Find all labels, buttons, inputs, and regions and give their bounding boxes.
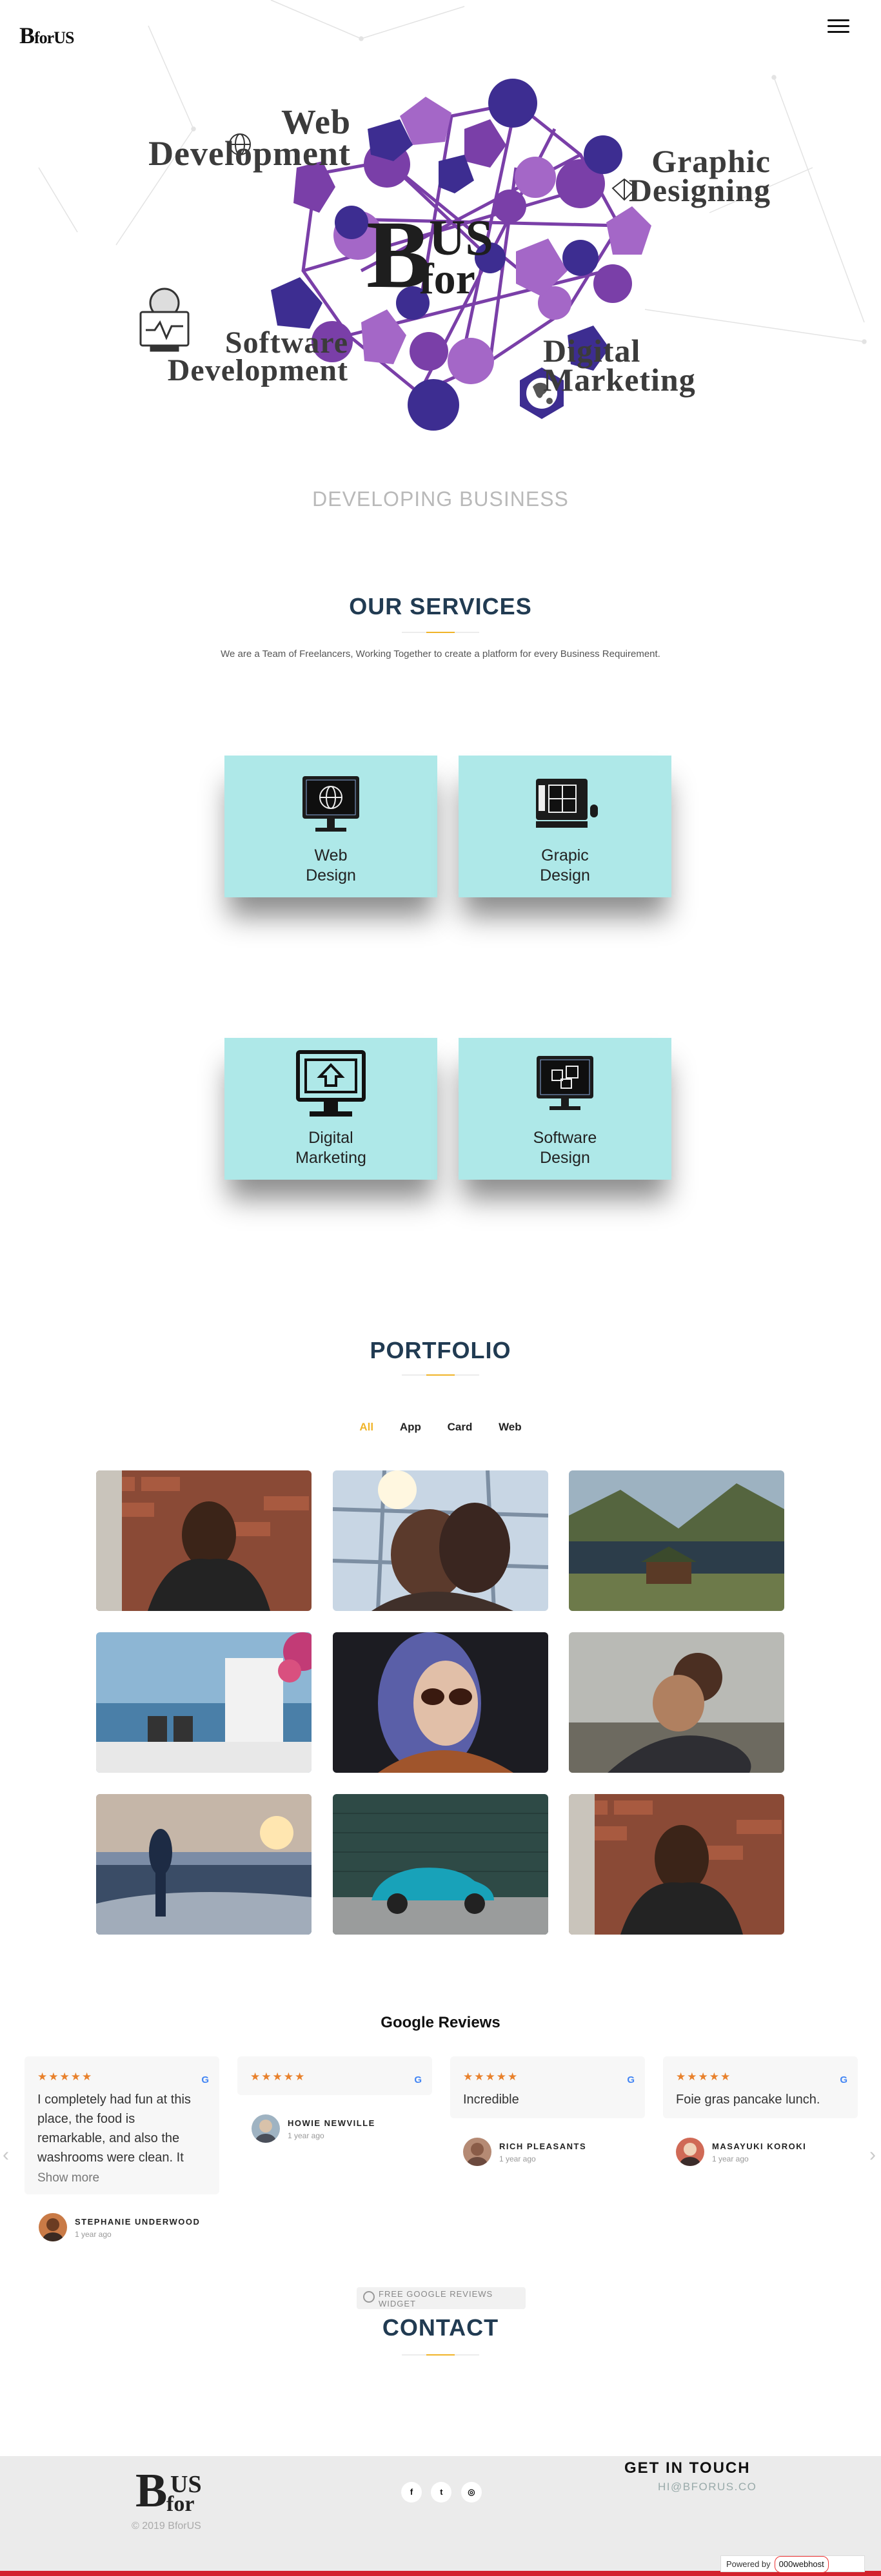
widget-icon [363,2291,375,2303]
reviewer-name: RICH PLEASANTS [499,2142,587,2151]
software-design-icon [537,1056,593,1110]
review-time: 1 year ago [499,2154,536,2163]
portfolio-item-santorini-terrace[interactable] [96,1632,312,1773]
instagram-icon[interactable]: ◎ [460,2482,482,2503]
hero-label-graphic-designing: Graphic Designing [628,143,771,208]
reviewer-name: STEPHANIE UNDERWOOD [75,2217,201,2227]
contact-title: CONTACT [382,2314,499,2341]
service-card-label: Grapic Design [540,846,590,884]
reviews-widget-badge[interactable]: FREE GOOGLE REVIEWS WIDGET [357,2287,526,2309]
avatar [252,2114,280,2143]
logo-letter-b: B [19,23,35,48]
twitter-icon[interactable]: t [431,2482,452,2503]
review-stars: ★★★★★ [37,2071,94,2083]
portfolio-item-woman-brick-wall-2[interactable] [569,1794,784,1935]
filter-web[interactable]: Web [499,1421,522,1434]
google-icon: G [840,2074,847,2085]
review-stars: ★★★★★ [250,2071,306,2083]
logo-text: forUS [34,28,74,47]
web-design-icon [302,776,359,832]
portfolio-item-woman-brick-wall[interactable] [96,1470,312,1611]
portfolio-title-rule [402,1374,479,1376]
service-card-label: Web Design [306,846,356,884]
get-in-touch-heading: GET IN TOUCH [624,2459,751,2477]
filter-app[interactable]: App [400,1421,421,1434]
reviewer: RICH PLEASANTS 1 year ago [463,2138,657,2167]
footer-logo-for: for [166,2492,195,2516]
review-text: I completely had fun at this place, the … [37,2093,191,2165]
copyright: © 2019 BforUS [132,2521,201,2532]
hero-section: B US for Web Development Graphic Designi… [0,0,881,451]
review-text: Incredible [463,2093,519,2107]
services-description: We are a Team of Freelancers, Working To… [221,649,660,659]
avatar [676,2138,704,2166]
service-card-digital-marketing[interactable]: Digital Marketing [224,1038,437,1180]
digital-marketing-icon [296,1050,366,1117]
powered-by-badge[interactable]: Powered by 000webhost [720,2555,865,2573]
service-card-label: Digital Marketing [295,1129,366,1167]
site-logo[interactable]: BforUS [19,22,74,49]
service-card-graphic-design[interactable]: Grapic Design [459,756,671,897]
review-card: ★★★★★ G I completely had fun at this pla… [25,2056,219,2194]
reviews-next-arrow[interactable]: › [869,2144,876,2166]
portfolio-item-surfer-sunset[interactable] [96,1794,312,1935]
hero-tagline: DEVELOPING BUSINESS [312,487,569,511]
review-time: 1 year ago [712,2154,749,2163]
social-links: f t ◎ [401,2482,488,2503]
review-card: ★★★★★ G Incredible [450,2056,645,2118]
contact-title-rule [402,2354,479,2356]
google-icon: G [627,2074,635,2085]
reviews-prev-arrow[interactable]: ‹ [3,2144,9,2166]
avatar [463,2138,491,2166]
portfolio-item-couple-sunlight[interactable] [333,1470,548,1611]
hamburger-menu-button[interactable] [827,19,849,35]
review-stars: ★★★★★ [676,2071,732,2083]
portfolio-item-woman-sunglasses[interactable] [333,1632,548,1773]
show-more-link[interactable]: Show more [37,2171,206,2185]
page: B US for Web Development Graphic Designi… [0,0,881,2576]
reviewer-name: MASAYUKI KOROKI [712,2142,807,2151]
reviewer: HOWIE NEWVILLE 1 year ago [252,2114,445,2144]
host-name: 000webhost [774,2556,829,2573]
facebook-icon[interactable]: f [401,2482,422,2503]
footer-logo-b: B [135,2464,168,2517]
avatar [39,2213,67,2241]
graphic-design-icon [536,779,598,828]
review-text: Foie gras pancake lunch. [676,2093,820,2107]
portfolio-item-couple-embrace[interactable] [569,1632,784,1773]
hero-label-digital-marketing: Digital Marketing [543,333,696,398]
hero-center-logo-for: for [419,254,475,303]
service-card-software-design[interactable]: Software Design [459,1038,671,1180]
portfolio-title: PORTFOLIO [370,1337,511,1363]
powered-by-text: Powered by [726,2559,771,2569]
hamburger-icon-line [827,31,849,33]
review-card: ★★★★★ G [237,2056,432,2095]
portfolio-item-lake-cabin[interactable] [569,1470,784,1611]
review-stars: ★★★★★ [463,2071,519,2083]
reviewer: MASAYUKI KOROKI 1 year ago [676,2138,869,2167]
services-title: OUR SERVICES [349,593,532,620]
contact-email-link[interactable]: HI@BFORUS.CO [658,2481,757,2493]
google-reviews-title: Google Reviews [381,2014,500,2031]
filter-card[interactable]: Card [448,1421,473,1434]
review-time: 1 year ago [75,2230,112,2239]
portfolio-filters: All App Card Web [0,1421,881,1434]
reviewer-name: HOWIE NEWVILLE [288,2118,375,2128]
review-time: 1 year ago [288,2131,324,2140]
google-icon: G [201,2074,209,2085]
google-icon: G [414,2074,422,2085]
hamburger-icon [827,19,849,21]
hero-label-web-development: Web Development [148,102,351,173]
hero-label-software-development: Software Development [167,326,348,388]
services-title-rule [402,632,479,633]
filter-all[interactable]: All [359,1421,373,1434]
portfolio-item-blue-beetle-car[interactable] [333,1794,548,1935]
review-card: ★★★★★ G Foie gras pancake lunch. [663,2056,858,2118]
service-card-web-design[interactable]: Web Design [224,756,437,897]
hamburger-icon-line [827,25,849,27]
widget-badge-text: FREE GOOGLE REVIEWS WIDGET [379,2289,493,2308]
reviewer: STEPHANIE UNDERWOOD 1 year ago [39,2213,232,2243]
service-card-label: Software Design [533,1129,597,1167]
